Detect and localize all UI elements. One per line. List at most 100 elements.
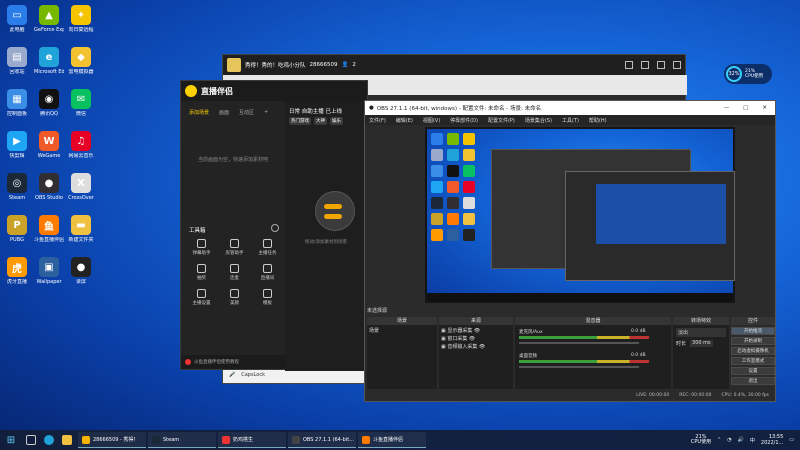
desktop-icon[interactable]: ▲ GeForce Experience [34,2,64,44]
zhibo-footer[interactable]: 斗鱼直播伴侣使用教程 [181,355,285,369]
chevron-up-icon[interactable]: ⌃ [717,437,721,443]
control-button[interactable]: 退出 [731,377,775,385]
home-icon[interactable] [625,61,633,69]
obs-preview[interactable] [425,127,735,303]
control-button[interactable]: 开始推流 [731,327,775,335]
duration-input[interactable]: 300 ms [690,340,713,347]
toolbox-item[interactable]: 主播任务 [251,239,284,264]
desktop-icon[interactable]: ▬ 新建文件夹 [66,212,96,254]
toolbox-item[interactable]: 美颜 [218,289,251,314]
edge-icon[interactable] [40,430,58,450]
desktop-icon[interactable]: X CrossOver [66,170,96,212]
source-item[interactable]: ▣ 音频输入采集 👁 [441,343,511,351]
taskbar-app[interactable]: 28666509 - 秀得！ [78,432,146,448]
start-button[interactable]: ⊞ [0,430,22,450]
toolbox-settings-icon[interactable] [271,224,279,232]
minimize-button[interactable]: — [724,105,730,111]
desktop-icon[interactable]: ✉ 微信 [66,86,96,128]
menu-item[interactable]: 文件(F) [369,117,386,124]
network-icon[interactable]: ◔ [727,437,731,443]
desktop-icon[interactable]: ▣ Wallpaper [34,254,64,296]
toolbox-item[interactable]: 抽奖 [185,264,218,289]
desktop-icon[interactable]: 虎虎牙直播 [2,254,32,296]
menu-item[interactable]: 视图(V) [423,117,440,124]
toolbox-item[interactable]: 弹幕助手 [185,239,218,264]
tab-screen[interactable]: 画面 [219,109,229,116]
viewer-window-titlebar[interactable]: 秀得！秀的！吃鸡小分队 28666509 👤 2 [223,55,685,75]
explorer-icon[interactable] [58,430,76,450]
preview-taskbar [427,293,733,301]
clock-date: 2022/1... [760,440,784,446]
menu-item[interactable]: 工具(T) [562,117,579,124]
desktop-icon[interactable]: ▦ 控制面板 [2,86,32,128]
desktop-icon[interactable]: ● OBS Studio [34,170,64,212]
tab-interaction[interactable]: 互动区 [239,109,254,116]
source-item[interactable]: ▣ 显示器采集 👁 [441,327,511,335]
scene-item[interactable]: 场景 [367,325,437,336]
taskbar-app[interactable]: 斗鱼直播伴侣 [358,432,426,448]
desktop-icon[interactable]: ▤ 回收站 [2,44,32,86]
zhibo-companion-window[interactable]: 直播伴侣 添加场景 画面 互动区 + 当前画面为空，快速添加素材吧 工具箱 弹幕… [180,80,369,371]
toolbox-item[interactable]: 直播间 [251,264,284,289]
toolbox-item[interactable]: 房管助手 [218,239,251,264]
toolbox-item[interactable]: 模板 [251,289,284,314]
desktop-icon-label: 网易云音乐 [68,153,94,159]
chip[interactable]: 娱乐 [330,117,343,125]
desktop-icon[interactable]: ◉ 腾讯QQ [34,86,64,128]
desktop-icon[interactable]: P PUBG [2,212,32,254]
desktop-icon[interactable]: ✦ 向日葵远程 [66,2,96,44]
desktop-icon[interactable]: ◎ Steam [2,170,32,212]
taskbar-app[interactable]: Steam [148,432,216,448]
desktop-icon[interactable]: e Microsoft Edge [34,44,64,86]
clock[interactable]: 13:55 2022/1... [761,434,783,446]
control-button[interactable]: 开始录制 [731,337,775,345]
obs-titlebar[interactable]: ● OBS 27.1.1 (64-bit, windows) - 配置文件: 未… [365,101,775,115]
transition-select[interactable]: 淡出 [676,328,726,337]
chip[interactable]: 热门游戏 [289,117,311,125]
taskbar-app[interactable]: OBS 27.1.1 (64-bit... [288,432,356,448]
preview-desktop-icon [447,133,459,145]
menu-item[interactable]: 帮助(H) [589,117,607,124]
ime-icon[interactable]: 中 [750,437,755,444]
taskbar-app[interactable]: 奶鸡搭生 [218,432,286,448]
performance-widget[interactable]: 32% 21% CPU使用 [724,64,772,84]
task-view-icon[interactable] [22,430,40,450]
menu-icon[interactable] [641,61,649,69]
control-button[interactable]: 设置 [731,367,775,375]
desktop-icon[interactable]: ▭ 此电脑 [2,2,32,44]
viewer-window-controls [625,61,681,69]
live-status: LIVE: 00:00:00 [636,392,670,398]
close-button[interactable] [673,61,681,69]
obs-window[interactable]: ● OBS 27.1.1 (64-bit, windows) - 配置文件: 未… [364,100,776,402]
desktop-icon[interactable]: ◆ 雷电模拟器 [66,44,96,86]
control-button[interactable]: 启动虚拟摄像机 [731,347,775,355]
chip[interactable]: 大神 [314,117,327,125]
desktop-icon[interactable]: ● 录屏 [66,254,96,296]
volume-icon[interactable]: 🔊 [738,437,744,443]
tab-add-scene[interactable]: 添加场景 [189,109,209,116]
mic-icon[interactable]: 🎤 [229,372,235,378]
menu-item[interactable]: 配置文件(P) [488,117,515,124]
preview-desktop-icon [431,133,443,145]
toolbox-item[interactable]: 主播设置 [185,289,218,314]
desktop-icon[interactable]: 鱼斗鱼直播伴侣 [34,212,64,254]
menu-item[interactable]: 停靠部件(D) [450,117,478,124]
app-icon: 虎 [7,257,27,277]
desktop-icon[interactable]: W WeGame [34,128,64,170]
maximize-button[interactable]: □ [743,105,748,111]
control-button[interactable]: 工作室模式 [731,357,775,365]
source-item[interactable]: ▣ 窗口采集 👁 [441,335,511,343]
volume-slider[interactable] [519,366,639,368]
close-button[interactable]: ✕ [762,105,767,111]
menu-item[interactable]: 场景集合(S) [525,117,552,124]
volume-slider[interactable] [519,342,639,344]
toolbox-item[interactable]: 连麦 [218,264,251,289]
desktop-icon-label: 腾讯QQ [40,111,58,117]
menu-item[interactable]: 编辑(E) [396,117,413,124]
zhibo-titlebar[interactable]: 直播伴侣 [181,81,367,101]
desktop-icon[interactable]: ♫ 网易云音乐 [66,128,96,170]
desktop-icon[interactable]: ▶ 快剪辑 [2,128,32,170]
tab-add[interactable]: + [264,109,268,116]
minimize-button[interactable] [657,61,665,69]
notification-icon[interactable]: ▭ [789,437,794,443]
